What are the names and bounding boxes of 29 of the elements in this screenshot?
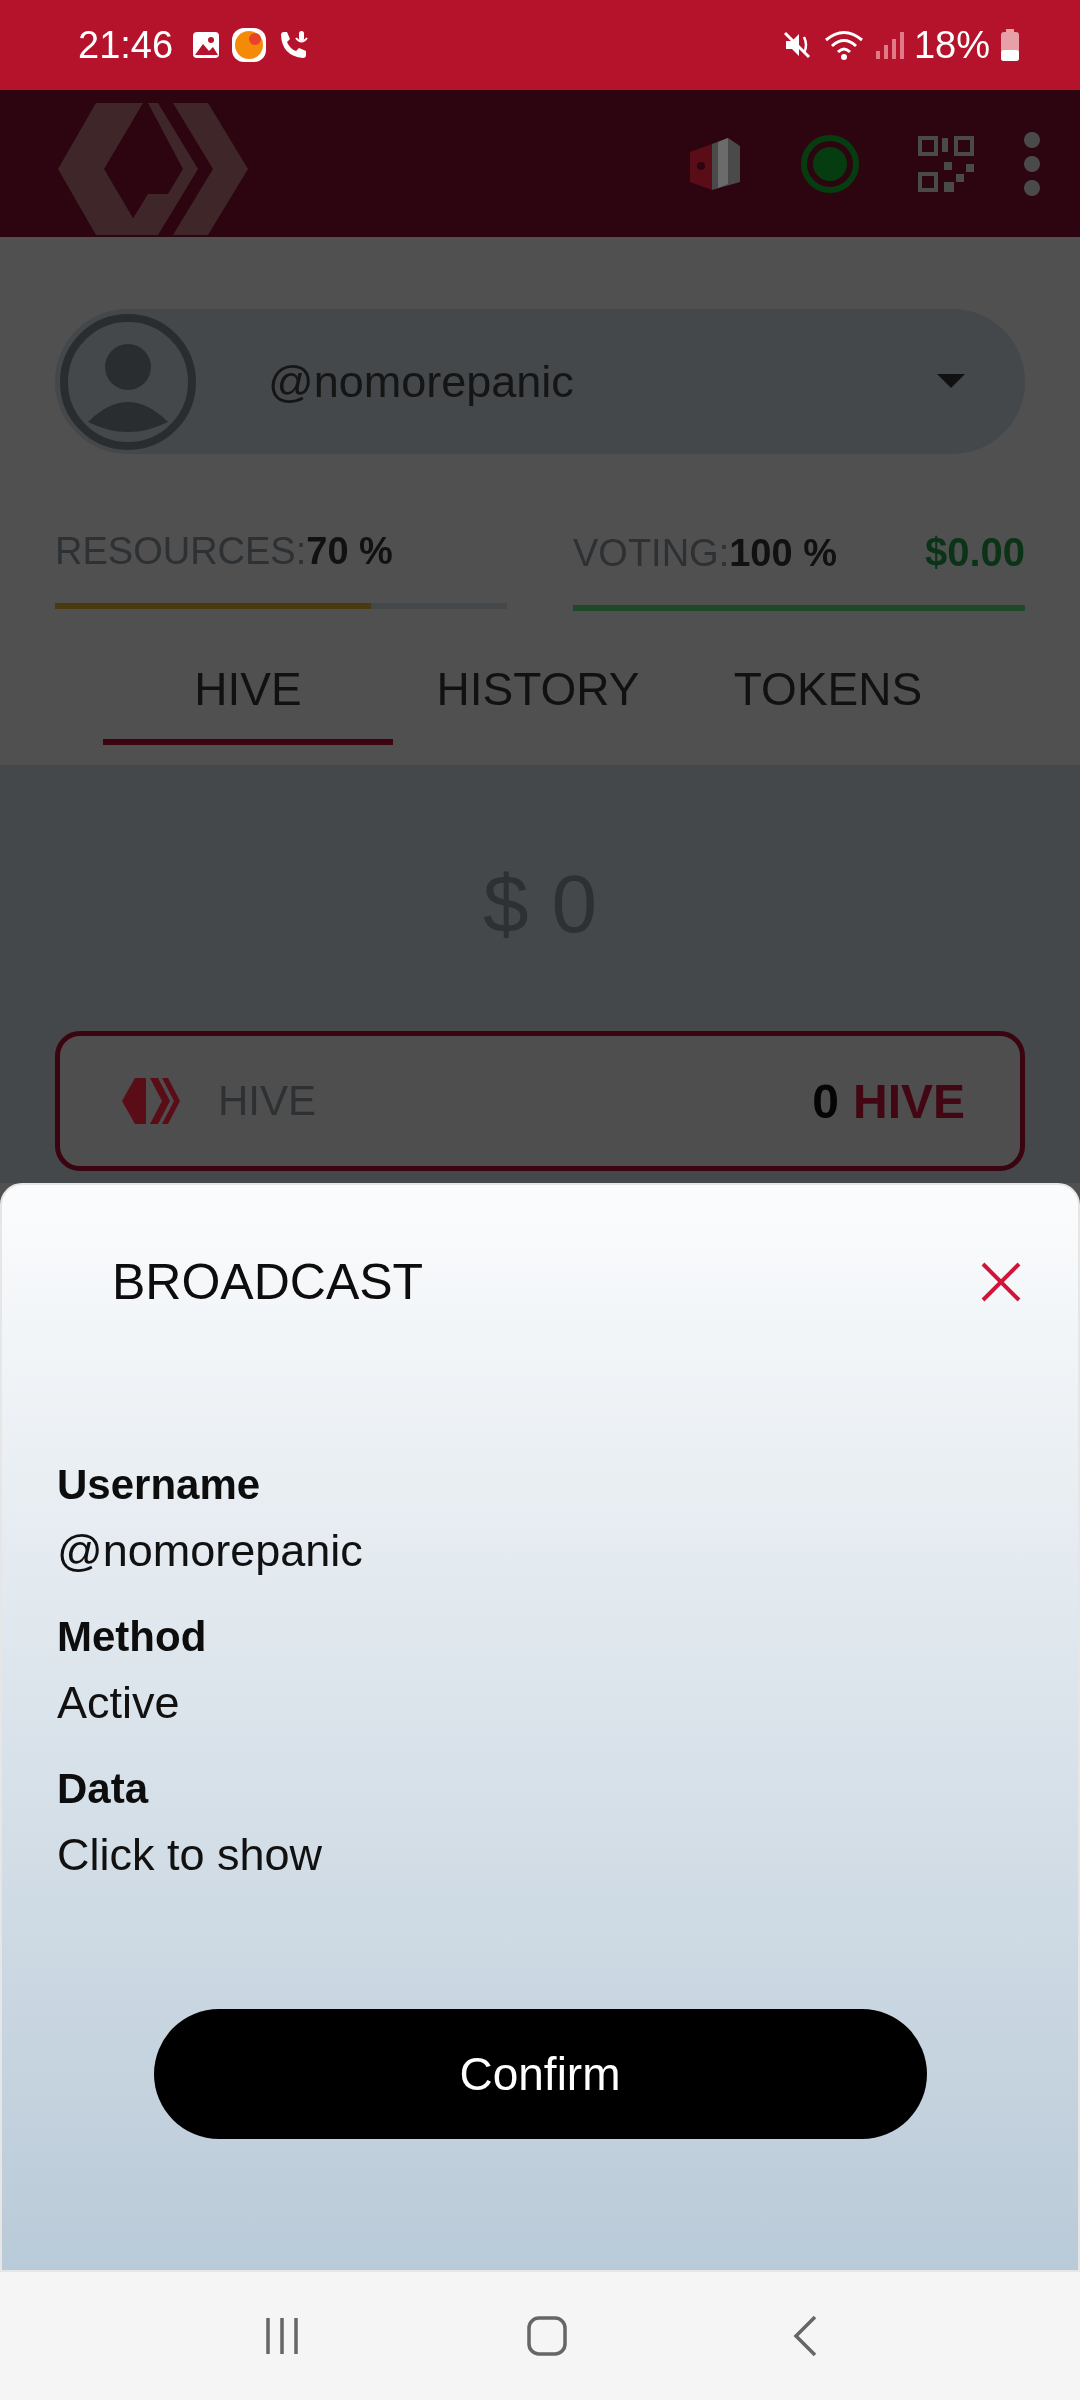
tab[interactable]: HISTORY (393, 639, 683, 745)
confirm-button[interactable]: Confirm (153, 2009, 927, 2139)
battery-icon (1000, 28, 1020, 62)
status-time: 21:46 (78, 23, 174, 67)
vote-value: $0.00 (924, 530, 1025, 575)
wifi-icon (823, 29, 864, 61)
field-value: Click to show (57, 1829, 324, 1881)
signal-icon (873, 29, 904, 61)
field-label: Data (57, 1765, 150, 1813)
field-label: Method (57, 1613, 208, 1661)
logo-icon (120, 1076, 180, 1126)
field-label: Username (57, 1461, 262, 1509)
caret-icon (937, 373, 965, 390)
battery-percent: 18% (913, 23, 990, 67)
app-icon (231, 27, 268, 63)
field-value: Active (57, 1677, 181, 1729)
qr-code-icon (916, 133, 976, 194)
status-indicator-icon (800, 133, 860, 194)
home-icon[interactable] (526, 2315, 568, 2357)
image-icon (191, 30, 222, 60)
close-icon[interactable] (981, 1262, 1021, 1302)
token-amount: 0 (812, 1073, 839, 1129)
tab[interactable]: TOKENS (683, 639, 973, 745)
avatar-icon (58, 311, 198, 452)
tab[interactable]: HIVE (103, 639, 393, 745)
field-value: @nomorepanic (57, 1525, 364, 1577)
token-unit: HIVE (852, 1073, 965, 1129)
back-icon[interactable] (792, 2314, 818, 2358)
dialog-title: BROADCAST (112, 1253, 424, 1311)
